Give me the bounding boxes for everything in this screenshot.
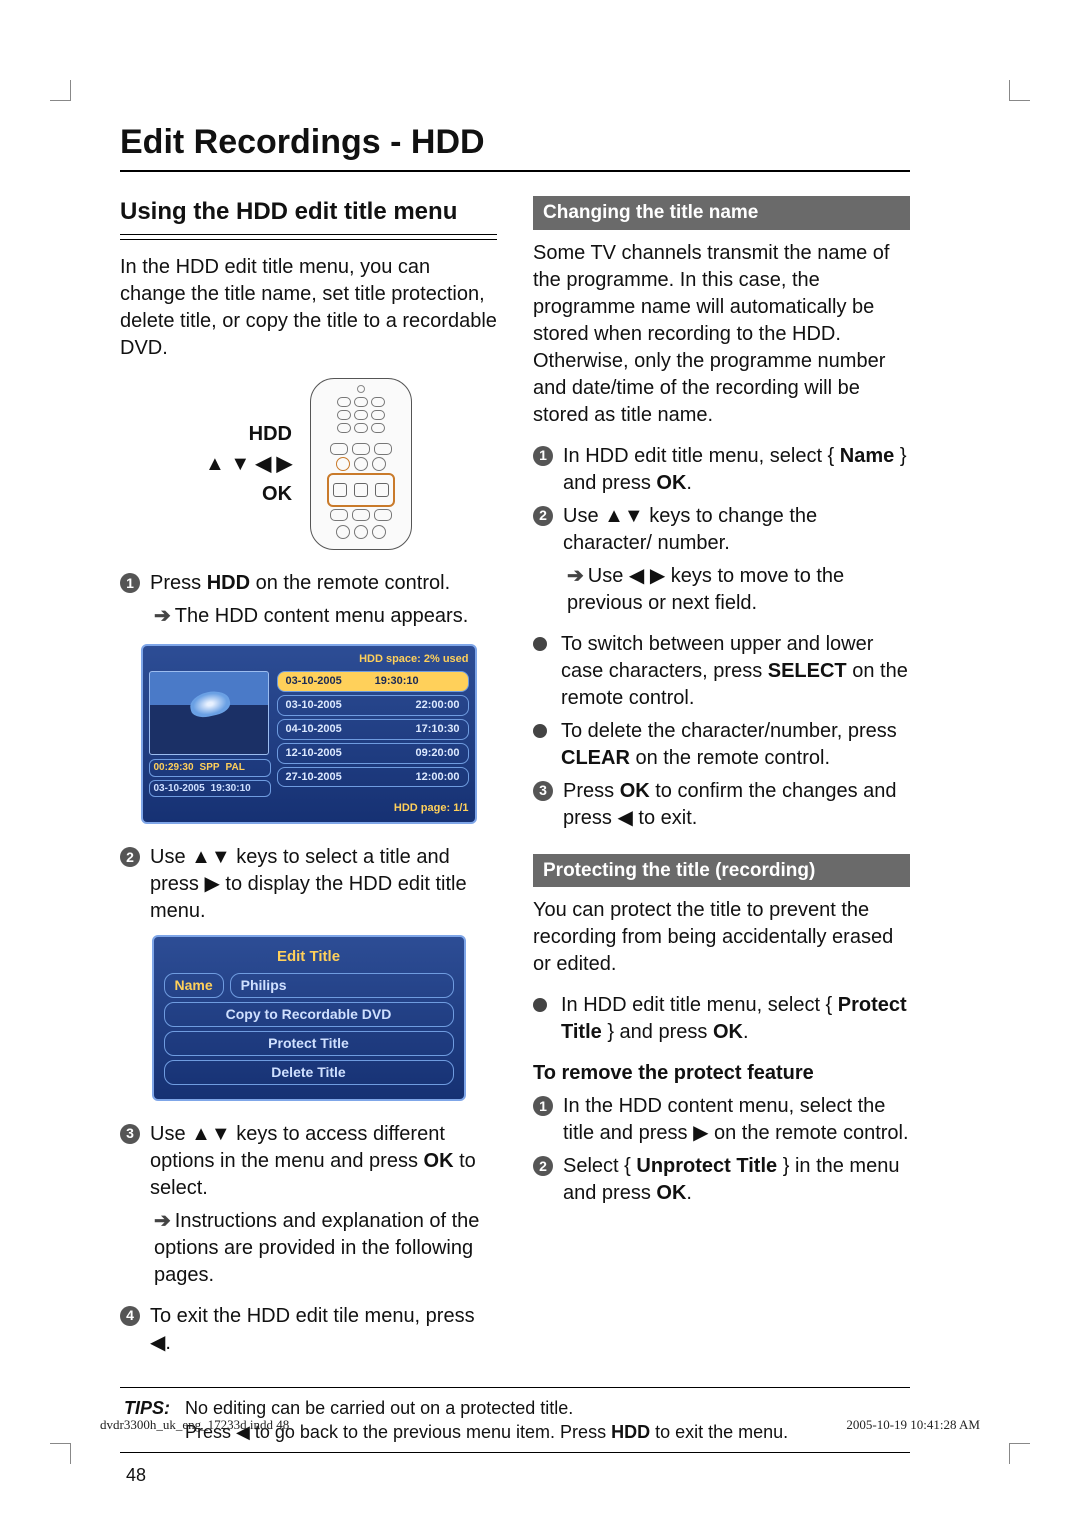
footer-left: dvdr3300h_uk_eng_17233d.indd 48 [100,1416,289,1434]
arrow-icon: ➔ [154,605,171,627]
osd-thumb-info2: 03-10-2005 19:30:10 [149,780,271,798]
text-bold: OK [424,1150,454,1172]
tips-label: TIPS: [124,1398,170,1418]
right-step-1: 1 In HDD edit title menu, select { Name … [533,443,910,497]
right-bullet-1: To switch between upper and lower case c… [533,631,910,712]
text-bold: HDD [207,572,250,594]
section-intro: In the HDD edit title menu, you can chan… [120,254,497,362]
osd-title-list: 03-10-200519:30:10 03-10-200522:00:00 04… [277,671,469,797]
subsection-header: Changing the title name [533,196,910,230]
page-number: 48 [126,1463,910,1487]
arrow-icon: ➔ [154,1210,171,1232]
step-number-icon: 2 [533,506,553,526]
edit-menu-title: Edit Title [164,947,454,967]
protect-bullet: In HDD edit title menu, select { Protect… [533,992,910,1046]
step-number-icon: 3 [120,1124,140,1144]
osd-page-label: HDD page: 1/1 [149,801,469,816]
step-3: 3 Use ▲▼ keys to access different option… [120,1121,497,1202]
right-column: Changing the title name Some TV channels… [533,196,910,1363]
bullet-icon [533,998,547,1012]
crop-mark [50,80,71,101]
remote-arrows-label: ▲ ▼ ◀ ▶ [205,449,292,479]
osd-list-row: 03-10-200519:30:10 [277,671,469,692]
edit-menu-row: Delete Title [164,1060,454,1085]
remote-ok-label: OK [205,479,292,509]
text: Use ▲▼ keys to access different options … [150,1123,445,1172]
edit-title-screenshot: Edit Title Name Philips Copy to Recordab… [152,935,466,1101]
step-number-icon: 2 [120,847,140,867]
crop-mark [1009,80,1030,101]
right-bullet-2: To delete the character/number, press CL… [533,718,910,772]
subsection-header: Protecting the title (recording) [533,854,910,888]
step-number-icon: 2 [533,1156,553,1176]
osd-list-row: 27-10-200512:00:00 [277,767,469,788]
remove-step-1: 1 In the HDD content menu, select the ti… [533,1093,910,1147]
page-title: Edit Recordings - HDD [120,120,910,172]
text: The HDD content menu appears. [175,605,469,627]
right-step-2-result: ➔Use ◀ ▶ keys to move to the previous or… [567,563,910,617]
hdd-content-screenshot: HDD space: 2% used 00:29:30 SPP PAL 03-1… [141,644,477,824]
osd-thumb-info1: 00:29:30 SPP PAL [149,759,271,777]
remove-protect-heading: To remove the protect feature [533,1062,814,1084]
step-3-result: ➔Instructions and explanation of the opt… [154,1208,497,1289]
step-number-icon: 1 [533,1096,553,1116]
footer-right: 2005-10-19 10:41:28 AM [846,1416,980,1434]
section-rule [120,234,497,240]
print-footer: dvdr3300h_uk_eng_17233d.indd 48 2005-10-… [100,1416,980,1434]
left-column: Using the HDD edit title menu In the HDD… [120,196,497,1363]
right-step-2: 2 Use ▲▼ keys to change the character/ n… [533,503,910,557]
text: Press [150,572,207,594]
text: To exit the HDD edit tile menu, press ◀. [150,1303,497,1357]
step-4: 4 To exit the HDD edit tile menu, press … [120,1303,497,1357]
text: Use ▲▼ keys to select a title and press … [150,844,497,925]
bullet-icon [533,637,547,651]
right-step-3: 3 Press OK to confirm the changes and pr… [533,778,910,832]
step-number-icon: 3 [533,781,553,801]
section-title: Using the HDD edit title menu [120,196,497,228]
text: In the HDD content menu, select the titl… [563,1093,910,1147]
osd-space-label: HDD space: 2% used [149,652,469,667]
text: Instructions and explanation of the opti… [154,1210,479,1286]
arrow-icon: ➔ [567,565,584,587]
subsection-intro: Some TV channels transmit the name of th… [533,240,910,429]
crop-mark [50,1443,71,1464]
subsection-intro: You can protect the title to prevent the… [533,897,910,978]
crop-mark [1009,1443,1030,1464]
step-number-icon: 1 [533,446,553,466]
play-icon [451,677,459,687]
edit-menu-row: Protect Title [164,1031,454,1056]
page-body: Edit Recordings - HDD Using the HDD edit… [120,120,910,1488]
step-number-icon: 1 [120,573,140,593]
remote-hdd-label: HDD [205,419,292,449]
remove-step-2: 2 Select { Unprotect Title } in the menu… [533,1153,910,1207]
tips-line: No editing can be carried out on a prote… [185,1398,573,1418]
step-number-icon: 4 [120,1306,140,1326]
step-2: 2 Use ▲▼ keys to select a title and pres… [120,844,497,925]
osd-list-row: 04-10-200517:10:30 [277,719,469,740]
remote-labels: HDD ▲ ▼ ◀ ▶ OK [205,419,292,509]
step-1-result: ➔The HDD content menu appears. [154,603,497,630]
osd-list-row: 12-10-200509:20:00 [277,743,469,764]
remote-figure: HDD ▲ ▼ ◀ ▶ OK [120,378,497,550]
osd-list-row: 03-10-200522:00:00 [277,695,469,716]
edit-menu-name-row: Name Philips [164,973,454,998]
bullet-icon [533,724,547,738]
step-1: 1 Press HDD on the remote control. [120,570,497,597]
text: Use ▲▼ keys to change the character/ num… [563,503,910,557]
edit-menu-row: Copy to Recordable DVD [164,1002,454,1027]
text: on the remote control. [250,572,450,594]
remote-icon [310,378,412,550]
osd-thumbnail [149,671,269,755]
